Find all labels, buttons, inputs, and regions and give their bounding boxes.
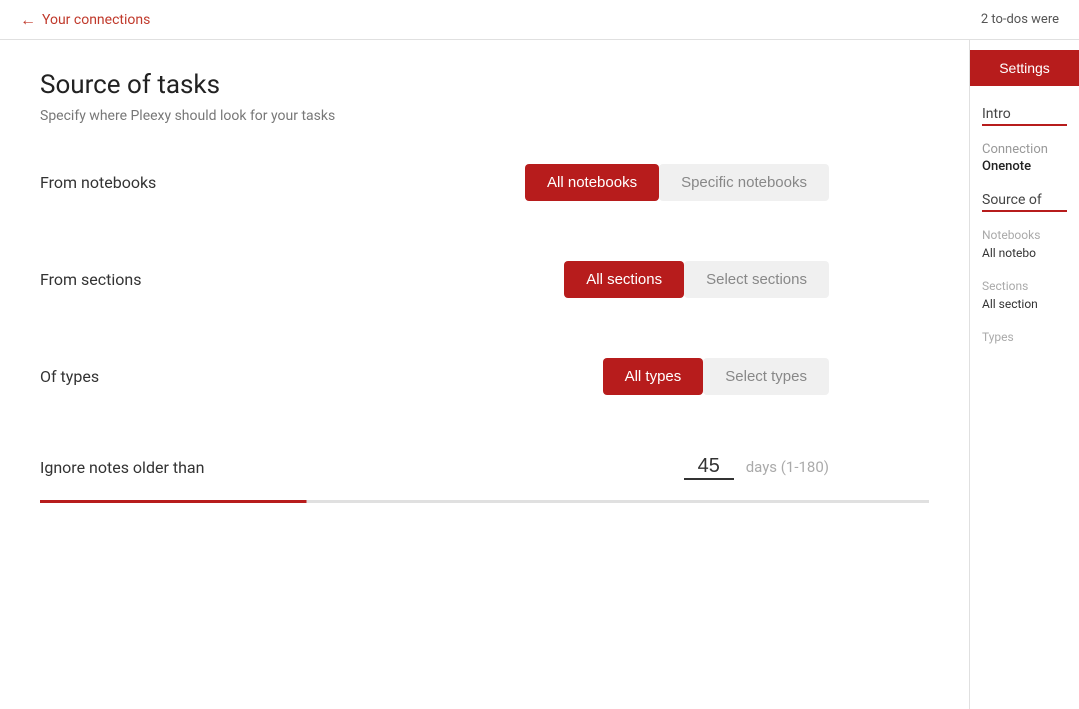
intro-label: Intro (982, 106, 1011, 122)
types-sidebar-label: Types (982, 330, 1067, 344)
settings-button[interactable]: Settings (970, 50, 1079, 86)
source-label: Source of (982, 192, 1042, 208)
connection-label: Connection (982, 142, 1067, 157)
select-sections-button[interactable]: Select sections (684, 261, 829, 298)
types-toggle-group: All types Select types (603, 358, 829, 395)
ignore-row: Ignore notes older than days (1-180) (40, 455, 929, 480)
all-sections-button[interactable]: All sections (564, 261, 684, 298)
sidebar-item-intro[interactable]: Intro (982, 106, 1067, 126)
notebooks-toggle-group: All notebooks Specific notebooks (525, 164, 829, 201)
sections-label: From sections (40, 270, 240, 289)
connection-value: Onenote (982, 159, 1067, 174)
all-types-button[interactable]: All types (603, 358, 704, 395)
ignore-days-input[interactable] (684, 455, 734, 480)
sections-sidebar-label: Sections (982, 279, 1067, 293)
types-row: Of types All types Select types (40, 358, 929, 415)
types-label: Of types (40, 367, 240, 386)
sidebar-nav: Intro Connection Onenote Source of Noteb… (970, 106, 1079, 362)
select-types-button[interactable]: Select types (703, 358, 829, 395)
sidebar-item-source[interactable]: Source of (982, 192, 1067, 212)
back-arrow-icon: ← (20, 10, 36, 30)
specific-notebooks-button[interactable]: Specific notebooks (659, 164, 829, 201)
progress-line (40, 500, 929, 503)
content-area: Source of tasks Specify where Pleexy sho… (0, 40, 969, 709)
sidebar: Settings Intro Connection Onenote Source… (969, 40, 1079, 709)
notebooks-row: From notebooks All notebooks Specific no… (40, 164, 929, 221)
back-link[interactable]: ← Your connections (20, 10, 150, 30)
sidebar-item-notebooks: Notebooks All notebo (982, 228, 1067, 261)
all-notebooks-button[interactable]: All notebooks (525, 164, 659, 201)
ignore-label: Ignore notes older than (40, 458, 240, 477)
notebooks-label: From notebooks (40, 173, 240, 192)
sections-toggle-group: All sections Select sections (564, 261, 829, 298)
ignore-hint: days (1-180) (746, 458, 829, 476)
page-title: Source of tasks (40, 70, 929, 100)
notebooks-sidebar-label: Notebooks (982, 228, 1067, 242)
sidebar-item-types: Types (982, 330, 1067, 344)
sidebar-item-sections: Sections All section (982, 279, 1067, 312)
page-subtitle: Specify where Pleexy should look for you… (40, 108, 929, 124)
back-label: Your connections (42, 12, 150, 28)
ignore-input-group: days (1-180) (684, 455, 829, 480)
notification-text: 2 to-dos were (981, 12, 1059, 27)
sections-row: From sections All sections Select sectio… (40, 261, 929, 318)
notebooks-sidebar-value: All notebo (982, 246, 1036, 260)
sections-sidebar-value: All section (982, 297, 1038, 311)
sidebar-item-connection: Connection Onenote (982, 142, 1067, 174)
